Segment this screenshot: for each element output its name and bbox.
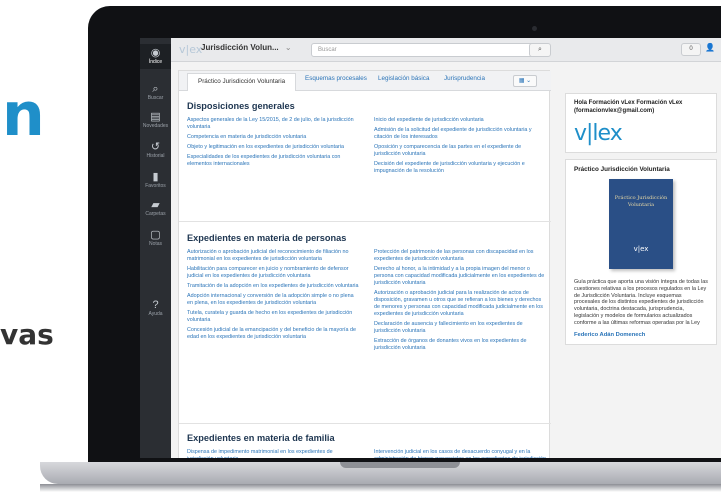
user-card: Hola Formación vLex Formación vLex (form…: [565, 93, 717, 153]
index-link[interactable]: Declaración de ausencia y fallecimiento …: [374, 321, 546, 335]
history-icon: ↺: [150, 141, 161, 153]
section-left-column: Autorización o aprobación judicial del r…: [187, 249, 359, 344]
index-link[interactable]: Autorización o aprobación judicial para …: [374, 290, 546, 318]
index-link[interactable]: Tramitación de la adopción en los expedi…: [187, 283, 359, 290]
author-link[interactable]: Federico Adán Domenech: [574, 332, 708, 338]
vlex-logo[interactable]: v|lex: [574, 121, 708, 146]
sidebar-item-favoritos[interactable]: ▮ Favoritos: [140, 168, 171, 193]
compass-icon: ◉: [150, 47, 161, 59]
section-left-column: Aspectos generales de la Ley 15/2015, de…: [187, 117, 359, 171]
product-title: Práctico Jurisdicción Voluntaria: [574, 166, 670, 173]
sidebar-item-novedades[interactable]: ▤ Novedades: [140, 108, 171, 133]
notes-icon: ▢: [150, 229, 161, 241]
laptop-notch: [340, 462, 460, 468]
promo-subline: vas: [0, 318, 54, 351]
index-link[interactable]: Tutela, curatela y guarda de hecho en lo…: [187, 310, 359, 324]
document-panel: Práctico Jurisdicción Voluntaria Esquema…: [178, 70, 551, 458]
section-left-column: Dispensa de impedimento matrimonial en l…: [187, 449, 359, 458]
book-brand: v|ex: [633, 245, 649, 253]
index-link[interactable]: Objeto y legitimación en los expedientes…: [187, 144, 359, 151]
user-icon[interactable]: 👤: [705, 43, 715, 52]
index-link[interactable]: Aspectos generales de la Ley 15/2015, de…: [187, 117, 359, 131]
right-panel: Hola Formación vLex Formación vLex (form…: [565, 93, 717, 351]
app-screen: ◉ Índice ⌕ Buscar ▤ Novedades ↺ Historial ▮ Favor…: [140, 38, 721, 458]
section-divider: [179, 423, 551, 424]
laptop-shadow: [40, 484, 721, 492]
sidebar: ◉ Índice ⌕ Buscar ▤ Novedades ↺ Historial ▮ Favor…: [140, 38, 171, 458]
app-logo[interactable]: v|ex: [179, 43, 202, 56]
bookmark-icon: ▮: [152, 171, 159, 183]
book-cover[interactable]: Práctico Jurisdicción Voluntaria v|ex: [609, 179, 673, 269]
tab-jurisprudencia[interactable]: Jurisprudencia: [444, 75, 485, 82]
sidebar-item-label: Favoritos: [145, 183, 166, 189]
view-options-button[interactable]: ▦ ⌄: [513, 75, 537, 87]
section-right-column: Protección del patrimonio de las persona…: [374, 249, 546, 355]
sidebar-item-label: Buscar: [147, 95, 164, 101]
product-description: Guía práctica que aporta una visión ínte…: [574, 279, 708, 326]
section-right-column: Inicio del expediente de jurisdicción vo…: [374, 117, 546, 178]
index-link[interactable]: Oposición y comparecencia de las partes …: [374, 144, 546, 158]
tab-esquemas[interactable]: Esquemas procesales: [305, 75, 367, 82]
topbar: v|ex Jurisdicción Volun... ⌄ Buscar ⌕ 0 …: [171, 38, 721, 62]
sidebar-item-carpetas[interactable]: ▰ Carpetas: [140, 196, 171, 221]
help-icon: ?: [152, 299, 159, 311]
index-link[interactable]: Inicio del expediente de jurisdicción vo…: [374, 117, 546, 124]
sidebar-item-buscar[interactable]: ⌕ Buscar: [140, 80, 171, 105]
news-icon: ▤: [150, 111, 161, 123]
promo-headline: n: [2, 80, 45, 150]
book-title: Práctico Jurisdicción Voluntaria: [614, 195, 668, 208]
user-greeting: Hola Formación vLex Formación vLex (form…: [574, 100, 683, 114]
stage: n vas ◉ Índice ⌕ Buscar ▤ Novedades ↺ Historial…: [0, 0, 721, 501]
section-title: Expedientes en materia de personas: [187, 233, 347, 243]
section-right-column: Intervención judicial en los casos de de…: [374, 449, 546, 458]
index-link[interactable]: Derecho al honor, a la intimidad y a la …: [374, 266, 546, 287]
index-link[interactable]: Habilitación para comparecer en juicio y…: [187, 266, 359, 280]
notifications-button[interactable]: 0: [681, 43, 701, 56]
index-link[interactable]: Adopción internacional y conversión de l…: [187, 293, 359, 307]
product-card: Práctico Jurisdicción Voluntaria Práctic…: [565, 159, 717, 345]
sidebar-item-notas[interactable]: ▢ Notas: [140, 226, 171, 251]
notification-count: 0: [689, 46, 693, 52]
index-link[interactable]: Concesión judicial de la emancipación y …: [187, 327, 359, 341]
tab-practico[interactable]: Práctico Jurisdicción Voluntaria: [187, 73, 297, 91]
sidebar-item-label: Ayuda: [148, 311, 163, 317]
tab-legislacion[interactable]: Legislación básica: [378, 75, 429, 82]
sidebar-item-historial[interactable]: ↺ Historial: [140, 138, 171, 163]
search-icon: ⌕: [152, 83, 159, 95]
sidebar-item-label: Historial: [146, 153, 165, 159]
sidebar-item-label: Carpetas: [145, 211, 166, 217]
search-icon: ⌕: [538, 46, 542, 53]
section-title: Disposiciones generales: [187, 101, 295, 111]
index-link[interactable]: Protección del patrimonio de las persona…: [374, 249, 546, 263]
document-selector[interactable]: Jurisdicción Volun... ⌄: [201, 43, 292, 52]
folder-icon: ▰: [151, 199, 160, 211]
search-input[interactable]: Buscar: [311, 43, 536, 57]
search-button[interactable]: ⌕: [529, 43, 551, 57]
index-link[interactable]: Intervención judicial en los casos de de…: [374, 449, 546, 458]
index-link[interactable]: Especialidades de los expedientes de jur…: [187, 154, 359, 168]
index-link[interactable]: Extracción de órganos de donantes vivos …: [374, 338, 546, 352]
camera-icon: [532, 26, 537, 31]
index-link[interactable]: Dispensa de impedimento matrimonial en l…: [187, 449, 359, 458]
index-link[interactable]: Admisión de la solicitud del expediente …: [374, 127, 546, 141]
sidebar-item-label: Novedades: [142, 123, 169, 129]
section-disposiciones: Disposiciones generales Aspectos general…: [179, 101, 551, 222]
index-link[interactable]: Autorización o aprobación judicial del r…: [187, 249, 359, 263]
sidebar-item-ayuda[interactable]: ? Ayuda: [140, 296, 171, 321]
section-title: Expedientes en materia de familia: [187, 433, 335, 443]
chevron-down-icon: ⌄: [284, 43, 292, 52]
index-link[interactable]: Decisión del expediente de jurisdicción …: [374, 161, 546, 175]
sidebar-item-ndice[interactable]: ◉ Índice: [140, 44, 171, 69]
sidebar-item-label: Índice: [148, 59, 163, 65]
tab-bar: Práctico Jurisdicción Voluntaria Esquema…: [179, 71, 551, 91]
index-link[interactable]: Competencia en materia de jurisdicción v…: [187, 134, 359, 141]
grid-icon: ▦ ⌄: [518, 78, 532, 84]
section-familia: Expedientes en materia de familia Dispen…: [187, 433, 546, 458]
sidebar-item-label: Notas: [148, 241, 163, 247]
section-personas: Expedientes en materia de personas Autor…: [179, 233, 551, 424]
document-title: Jurisdicción Volun...: [201, 43, 279, 52]
section-divider: [179, 221, 551, 222]
